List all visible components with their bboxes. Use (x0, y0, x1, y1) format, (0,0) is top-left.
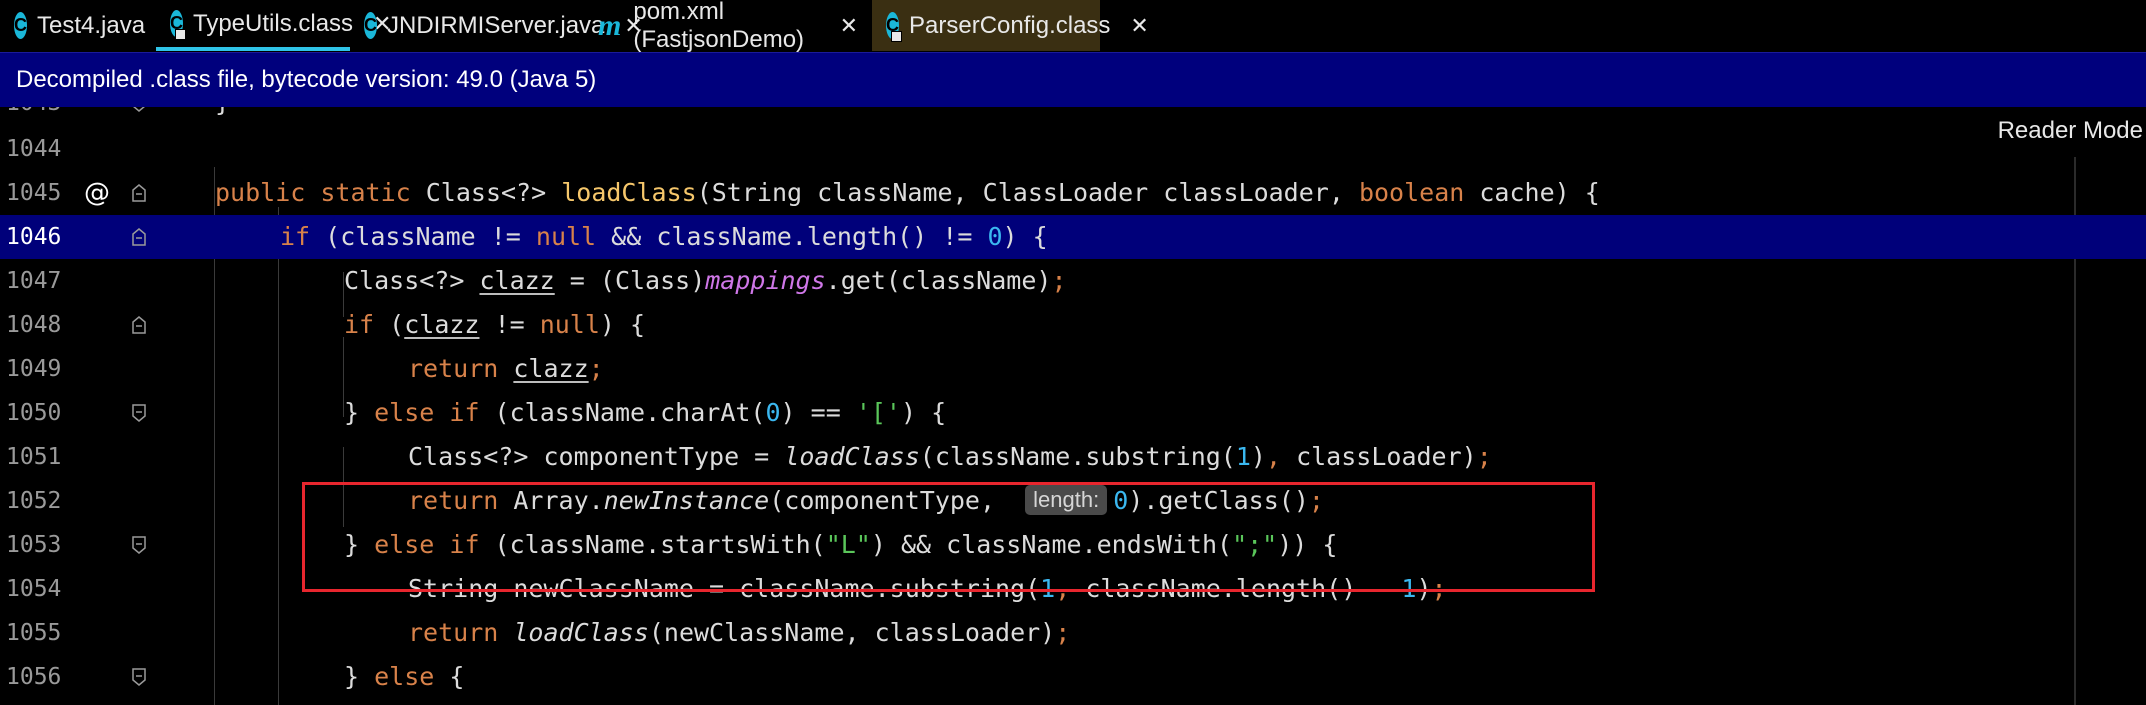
code-line: 1056 } else { (0, 655, 2146, 699)
code-text: } else if (className.startsWith("L") && … (344, 530, 1338, 559)
line-number: 1045 (6, 180, 62, 206)
close-icon[interactable]: ✕ (1130, 13, 1148, 39)
tab-test4-java[interactable]: C Test4.java ✕ (0, 0, 184, 51)
code-line: 1052 return Array.newInstance(componentT… (0, 479, 2146, 523)
fold-end-icon[interactable] (131, 668, 147, 686)
tab-label: JNDIRMIServer.java (387, 11, 605, 39)
fold-end-icon[interactable] (131, 404, 147, 422)
code-text: String newClassName = className.substrin… (408, 574, 1447, 603)
code-line: 1044 (0, 127, 2146, 171)
code-text: public static Class<?> loadClass(String … (215, 178, 1600, 207)
code-text: Class<?> componentType = loadClass(class… (408, 442, 1492, 471)
fold-end-icon[interactable] (131, 536, 147, 554)
decompiled-banner: Decompiled .class file, bytecode version… (0, 52, 2146, 107)
tab-jndirmiserver-java[interactable]: C JNDIRMIServer.java ✕ (350, 0, 643, 51)
fold-start-icon[interactable] (131, 184, 147, 202)
tab-label: ParserConfig.class (909, 11, 1111, 39)
line-number: 1048 (6, 312, 62, 338)
code-text: if (className != null && className.lengt… (280, 222, 1048, 251)
code-text: return loadClass(newClassName, classLoad… (408, 618, 1071, 647)
code-text: } else if (className.charAt(0) == '[') { (344, 398, 947, 427)
line-number: 1056 (6, 664, 62, 690)
tab-parserconfig-class[interactable]: C ParserConfig.class ✕ (872, 0, 1149, 51)
banner-text: Decompiled .class file, bytecode version… (16, 66, 597, 93)
code-line: 1049 return clazz; (0, 347, 2146, 391)
code-line: 1043 } (0, 107, 2146, 125)
line-number: 1051 (6, 444, 62, 470)
code-text: return clazz; (408, 354, 604, 383)
line-number: 1047 (6, 268, 62, 294)
fold-end-icon[interactable] (131, 107, 147, 112)
code-text: } else { (344, 662, 465, 691)
readonly-badge-icon (891, 31, 902, 42)
parameter-hint: length: (1025, 485, 1108, 515)
tab-pom-xml[interactable]: m pom.xml (FastjsonDemo) ✕ (584, 0, 872, 53)
line-number: 1043 (6, 107, 66, 125)
readonly-badge-icon (175, 29, 186, 40)
line-number: 1044 (6, 136, 62, 162)
code-line: 1047 Class<?> clazz = (Class)mappings.ge… (0, 259, 2146, 303)
fold-start-icon[interactable] (131, 316, 147, 334)
code-line-current: 1046 if (className != null && className.… (0, 215, 2146, 259)
line-number: 1052 (6, 488, 62, 514)
line-number: 1055 (6, 620, 62, 646)
tab-label: TypeUtils.class (193, 9, 354, 37)
reader-mode-button[interactable]: Reader Mode (1998, 117, 2143, 145)
editor-tab-bar: C Test4.java ✕ C TypeUtils.class ✕ C JND… (0, 0, 2146, 53)
code-line: 1053 } else if (className.startsWith("L"… (0, 523, 2146, 567)
code-line: 1045 @ public static Class<?> loadClass(… (0, 171, 2146, 215)
code-line: 1051 Class<?> componentType = loadClass(… (0, 435, 2146, 479)
java-class-icon: C (170, 10, 186, 40)
code-line: 1050 } else if (className.charAt(0) == '… (0, 391, 2146, 435)
code-text: } (215, 107, 230, 125)
java-class-icon: C (14, 12, 27, 39)
code-text: return Array.newInstance(componentType, … (408, 485, 1324, 515)
tab-typeutils-class[interactable]: C TypeUtils.class ✕ (156, 0, 391, 51)
fold-start-icon[interactable] (131, 228, 147, 246)
close-icon[interactable]: ✕ (840, 13, 858, 39)
code-line: 1055 return loadClass(newClassName, clas… (0, 611, 2146, 655)
line-number: 1049 (6, 356, 62, 382)
line-number: 1053 (6, 532, 62, 558)
java-class-icon: C (886, 12, 902, 42)
override-marker[interactable]: @ (84, 171, 110, 215)
line-number: 1050 (6, 400, 62, 426)
java-class-icon: C (364, 12, 377, 39)
line-number: 1054 (6, 576, 62, 602)
tab-label: pom.xml (FastjsonDemo) (633, 0, 805, 53)
maven-icon: m (598, 8, 622, 42)
code-line: 1054 String newClassName = className.sub… (0, 567, 2146, 611)
code-editor[interactable]: Reader Mode 1043 } 1044 1045 @ public st… (0, 107, 2146, 705)
tab-label: Test4.java (37, 11, 146, 39)
line-number: 1046 (6, 224, 62, 250)
code-text: if (clazz != null) { (344, 310, 646, 339)
code-text: Class<?> clazz = (Class)mappings.get(cla… (344, 266, 1067, 295)
code-line: 1048 if (clazz != null) { (0, 303, 2146, 347)
